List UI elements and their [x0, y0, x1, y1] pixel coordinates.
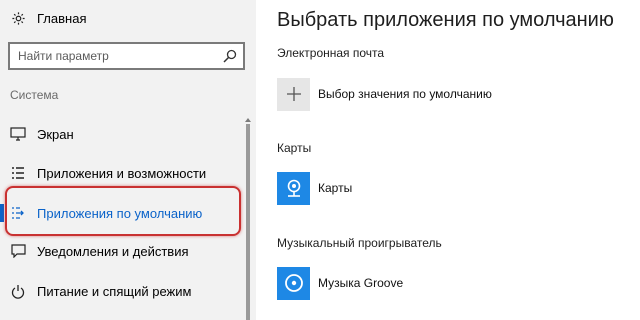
sidebar-item-label: Экран [37, 126, 74, 142]
default-email-app-button[interactable]: Выбор значения по умолчанию [277, 77, 492, 111]
active-indicator [0, 204, 4, 222]
notification-icon [10, 243, 26, 259]
section-label: Система [10, 88, 59, 102]
gear-icon [10, 10, 26, 26]
sidebar-item-notifications[interactable]: Уведомления и действия [0, 234, 240, 268]
app-label: Музыка Groove [318, 276, 404, 290]
sidebar-item-display[interactable]: Экран [0, 117, 240, 151]
sidebar-item-label: Уведомления и действия [37, 243, 189, 259]
monitor-icon [10, 126, 26, 142]
plus-icon [277, 77, 310, 111]
category-label-email: Электронная почта [277, 46, 385, 60]
default-music-app-button[interactable]: Музыка Groove [277, 266, 403, 300]
sidebar-item-label: Питание и спящий режим [37, 283, 192, 299]
maps-icon [277, 171, 310, 205]
groove-music-icon [277, 266, 310, 300]
category-label-music: Музыкальный проигрыватель [277, 236, 442, 250]
page-title: Выбрать приложения по умолчанию [277, 9, 614, 31]
sidebar-item-power[interactable]: Питание и спящий режим [0, 274, 240, 308]
list-icon [10, 165, 26, 181]
default-maps-app-button[interactable]: Карты [277, 171, 352, 205]
scroll-up-arrow[interactable] [245, 118, 251, 122]
highlight-box [5, 186, 241, 236]
app-label: Выбор значения по умолчанию [318, 87, 492, 101]
app-label: Карты [318, 181, 353, 195]
search-placeholder: Найти параметр [18, 49, 109, 63]
sidebar: Главная Найти параметр Система Экран При… [0, 0, 256, 320]
scrollbar-thumb[interactable] [246, 124, 250, 320]
power-icon [10, 283, 26, 299]
search-icon[interactable] [223, 49, 237, 63]
category-label-maps: Карты [277, 141, 312, 155]
search-input[interactable]: Найти параметр [8, 42, 245, 70]
home-label: Главная [37, 10, 87, 26]
sidebar-item-label: Приложения и возможности [37, 165, 207, 181]
home-link[interactable]: Главная [10, 8, 86, 28]
sidebar-item-apps-features[interactable]: Приложения и возможности [0, 156, 240, 190]
